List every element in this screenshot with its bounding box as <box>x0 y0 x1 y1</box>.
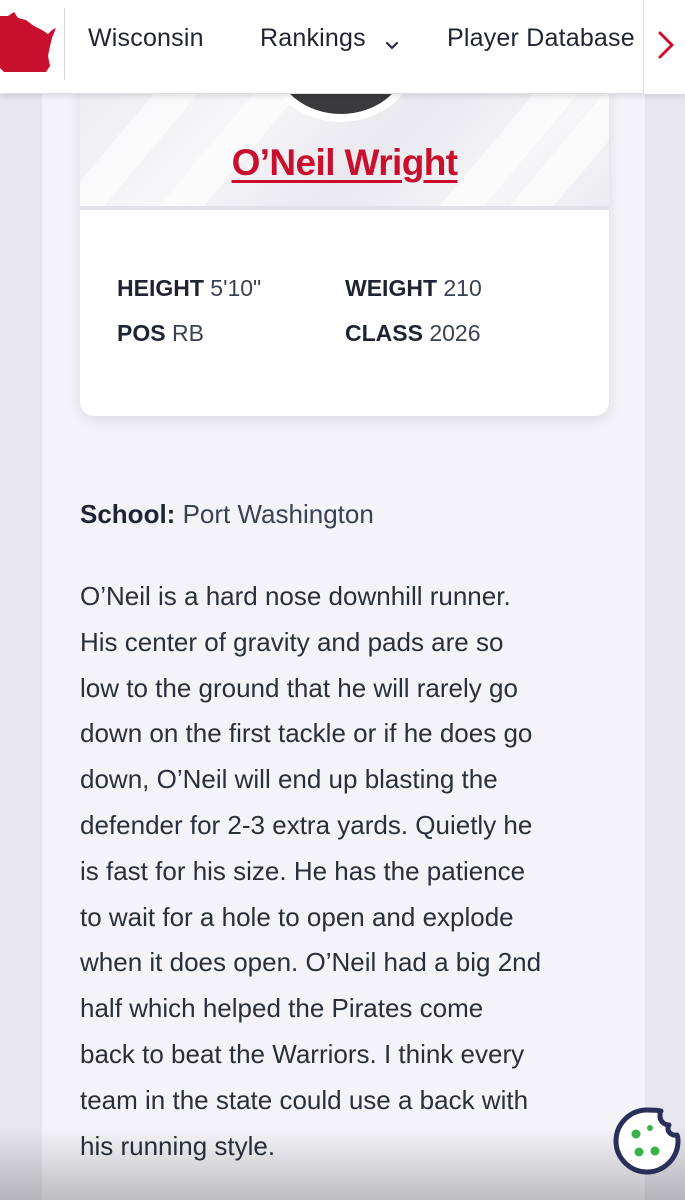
chevron-right-icon <box>658 31 674 59</box>
stat-weight: WEIGHT 210 <box>345 275 482 302</box>
bio-line: half which helped the Pirates come <box>80 993 484 1024</box>
bio-line: team in the state could use a back with <box>80 1084 529 1115</box>
school-value: Port Washington <box>182 499 374 529</box>
chevron-down-icon[interactable] <box>386 37 398 50</box>
school-label: School: <box>80 499 176 529</box>
nav-divider <box>64 8 65 80</box>
player-name-link[interactable]: O’Neil Wright <box>80 142 609 184</box>
bio-line: back to beat the Warriors. I think every <box>80 1038 525 1069</box>
stat-position-label: POS <box>117 320 166 346</box>
cookie-settings-button[interactable] <box>610 1104 684 1178</box>
nav-item-player-database[interactable]: Player Database <box>447 24 645 53</box>
stat-height-value: 5'10" <box>210 275 262 301</box>
cookie-icon <box>613 1107 681 1175</box>
stat-weight-label: WEIGHT <box>345 275 437 301</box>
bio-line: down, O’Neil will end up blasting the <box>80 764 498 795</box>
bio-line: to wait for a hole to open and explode <box>80 901 514 932</box>
bio-line: down on the first tackle or if he does g… <box>80 718 533 749</box>
bio-line: low to the ground that he will rarely go <box>80 672 518 703</box>
page-gutter-right <box>645 94 685 1200</box>
school-info: School: Port Washington <box>80 499 374 530</box>
stat-class-value: 2026 <box>429 320 481 346</box>
stat-class: CLASS 2026 <box>345 320 481 347</box>
card-banner: O’Neil Wright <box>80 84 609 267</box>
stat-weight-value: 210 <box>443 275 482 301</box>
player-profile-content: O’Neil Wright HEIGHT 5'10" WEIGHT 210 PO… <box>42 84 645 1200</box>
bio-line: O’Neil is a hard nose downhill runner. <box>80 581 511 611</box>
top-navigation: Wisconsin Rankings Player Database <box>0 0 685 94</box>
bio-line: when it does open. O’Neil had a big 2nd <box>80 947 542 978</box>
bio-line: His center of gravity and pads are so <box>80 626 504 657</box>
bio-line: defender for 2-3 extra yards. Quietly he <box>80 809 533 840</box>
stat-class-label: CLASS <box>345 320 423 346</box>
stat-position: POS RB <box>117 320 204 347</box>
wisconsin-state-icon[interactable] <box>0 6 64 78</box>
stat-height: HEIGHT 5'10" <box>117 275 261 302</box>
nav-scroll-next-button[interactable] <box>643 0 685 94</box>
page-gutter-left <box>0 94 42 1200</box>
bio-line: his running style. <box>80 1130 276 1161</box>
player-card: O’Neil Wright HEIGHT 5'10" WEIGHT 210 PO… <box>80 84 609 416</box>
stat-position-value: RB <box>171 320 204 346</box>
nav-item-rankings[interactable]: Rankings <box>260 24 366 53</box>
card-divider <box>80 206 609 210</box>
bio-line: is fast for his size. He has the patienc… <box>80 855 526 886</box>
stat-height-label: HEIGHT <box>117 275 204 301</box>
player-bio: O’Neil is a hard nose downhill runner. H… <box>80 574 610 1169</box>
nav-item-wisconsin[interactable]: Wisconsin <box>88 24 204 53</box>
